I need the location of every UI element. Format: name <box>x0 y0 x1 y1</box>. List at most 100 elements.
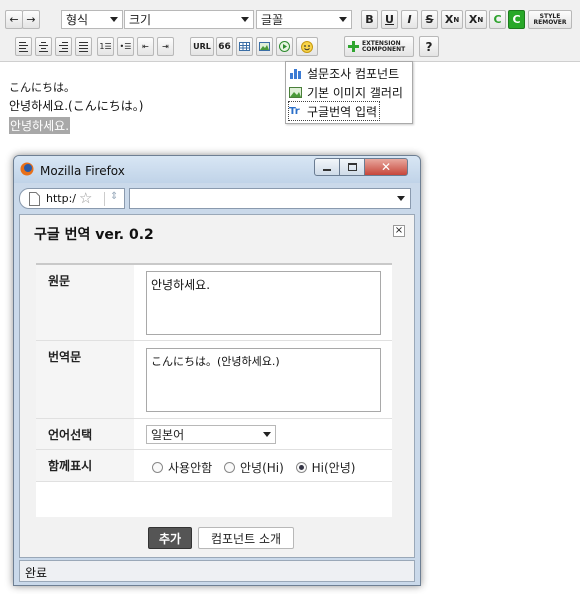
page-icon <box>29 192 40 206</box>
window-title: Mozilla Firefox <box>40 164 125 178</box>
align-center-button[interactable] <box>35 37 52 56</box>
chevron-down-icon <box>110 17 118 22</box>
subscript-mark: N <box>477 15 484 24</box>
align-center-icon <box>41 42 46 43</box>
window-titlebar: Mozilla Firefox ✕ <box>14 156 420 183</box>
size-select[interactable]: 크기 <box>124 10 254 29</box>
style-remover-line2: REMOVER <box>533 18 567 26</box>
menu-item-survey[interactable]: 설문조사 컴포넌트 <box>289 64 399 82</box>
icon-line <box>39 45 48 46</box>
radio-label: Hi(안녕) <box>311 461 356 475</box>
menu-item-label: 구글번역 입력 <box>307 104 378 119</box>
radio-option-translation-first[interactable]: Hi(안녕) <box>295 461 356 475</box>
smiley-icon <box>301 40 313 53</box>
extension-label-line2: COMPONENT <box>362 45 406 53</box>
bold-button[interactable]: B <box>361 10 378 29</box>
divider <box>104 192 105 206</box>
align-justify-button[interactable] <box>75 37 92 56</box>
dropmarker-icon[interactable]: ⇕ <box>110 191 118 202</box>
language-label: 언어선택 <box>36 419 134 449</box>
media-button[interactable] <box>276 37 293 56</box>
radio-option-none[interactable]: 사용안함 <box>152 461 212 475</box>
format-select[interactable]: 형식 <box>61 10 123 29</box>
editor-line-3-selected: 안녕하세요. <box>9 117 71 134</box>
source-textarea[interactable]: 안녕하세요. <box>146 271 381 335</box>
subscript-label: X <box>468 13 478 26</box>
radio-icon <box>224 462 235 473</box>
superscript-button[interactable]: XN <box>441 10 463 29</box>
star-icon[interactable]: ☆ <box>79 189 92 207</box>
image-icon <box>289 86 302 98</box>
superscript-label: X <box>444 13 454 26</box>
icon-line <box>39 51 48 52</box>
align-right-button[interactable] <box>55 37 72 56</box>
redo-button[interactable]: → <box>22 10 40 29</box>
undo-button[interactable]: ← <box>5 10 23 29</box>
icon-line <box>59 51 68 52</box>
row-display: 함께표시 사용안함 안녕(Hi) Hi(안녕) <box>36 450 392 482</box>
add-button[interactable]: 추가 <box>148 527 192 549</box>
icon-line <box>79 45 88 46</box>
underline-button[interactable]: U <box>381 10 398 29</box>
superscript-mark: N <box>453 15 460 24</box>
align-right-icon <box>62 42 68 43</box>
bar-chart-icon <box>290 68 301 79</box>
firefox-logo-icon <box>20 162 34 176</box>
align-left-button[interactable] <box>15 37 32 56</box>
emoticon-button[interactable] <box>296 37 318 56</box>
font-select[interactable]: 글꼴 <box>256 10 352 29</box>
size-select-label: 크기 <box>129 13 152 27</box>
close-window-button[interactable]: ✕ <box>364 158 408 176</box>
align-left-icon <box>19 42 26 43</box>
extension-component-label: EXTENSION COMPONENT <box>362 40 406 53</box>
language-select-value: 일본어 <box>151 428 185 442</box>
table-icon <box>239 42 250 51</box>
dialog-content: 구글 번역 ver. 0.2 × 원문 안녕하세요. 번역문 こんにちは。(안녕… <box>19 214 415 558</box>
language-select[interactable]: 일본어 <box>146 425 276 444</box>
row-language: 언어선택 일본어 <box>36 419 392 450</box>
unordered-list-button[interactable]: •☰ <box>117 37 134 56</box>
url-input[interactable] <box>129 188 411 209</box>
menu-item-label: 설문조사 컴포넌트 <box>307 66 400 81</box>
strike-button[interactable]: S <box>421 10 438 29</box>
url-prefix: http:/ <box>46 192 76 205</box>
translate-form: 원문 안녕하세요. 번역문 こんにちは。(안녕하세요.) 언어선택 일본어 함께… <box>36 263 392 531</box>
menu-item-google-translate[interactable]: Tr 구글번역 입력 <box>287 101 381 121</box>
address-box[interactable]: http:/ ☆ ⇕ <box>19 188 125 209</box>
minimize-button[interactable] <box>314 158 340 176</box>
image-button[interactable] <box>256 37 273 56</box>
icon-line <box>62 48 68 49</box>
dialog-footer: 추가 컴포넌트 소개 <box>20 517 414 557</box>
menu-item-gallery[interactable]: 기본 이미지 갤러리 <box>289 83 403 101</box>
radio-option-ko-first[interactable]: 안녕(Hi) <box>224 461 284 475</box>
translation-label: 번역문 <box>36 341 134 418</box>
extension-component-button[interactable]: EXTENSION COMPONENT <box>344 36 414 57</box>
outdent-button[interactable]: ⇤ <box>137 37 154 56</box>
radio-selected-icon <box>295 462 307 473</box>
plus-icon <box>348 41 359 52</box>
image-icon <box>259 42 270 51</box>
quote-button[interactable]: 66 <box>216 37 233 56</box>
subscript-button[interactable]: XN <box>465 10 487 29</box>
translation-textarea[interactable]: こんにちは。(안녕하세요.) <box>146 348 381 412</box>
radio-label: 안녕(Hi) <box>240 461 284 475</box>
help-button[interactable]: ? <box>419 36 439 57</box>
indent-button[interactable]: ⇥ <box>157 37 174 56</box>
url-button[interactable]: URL <box>190 37 214 56</box>
maximize-button[interactable] <box>339 158 365 176</box>
component-about-button[interactable]: 컴포넌트 소개 <box>198 527 294 549</box>
bg-color-button[interactable]: C <box>508 10 525 29</box>
format-select-label: 형식 <box>66 13 89 27</box>
ordered-list-button[interactable]: 1☰ <box>97 37 114 56</box>
chevron-down-icon[interactable] <box>397 196 405 201</box>
dialog-close-button[interactable]: × <box>393 225 405 237</box>
radio-label: 사용안함 <box>168 461 213 475</box>
play-icon <box>279 41 290 52</box>
dialog-header: 구글 번역 ver. 0.2 × <box>20 215 414 249</box>
style-remover-button[interactable]: STYLE REMOVER <box>528 10 572 29</box>
table-button[interactable] <box>236 37 253 56</box>
source-label: 원문 <box>36 265 134 340</box>
font-color-button[interactable]: C <box>489 10 506 29</box>
icon-line <box>41 48 46 49</box>
italic-button[interactable]: I <box>401 10 418 29</box>
